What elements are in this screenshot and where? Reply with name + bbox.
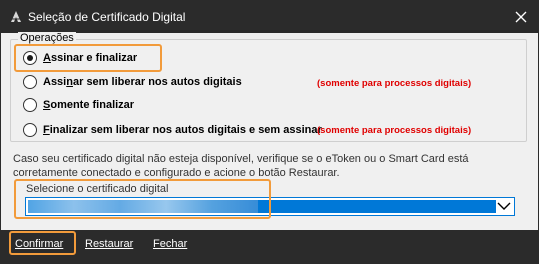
radio-label: Somente finalizar — [43, 99, 135, 111]
chevron-down-icon — [497, 202, 511, 210]
radio-button[interactable] — [23, 51, 37, 65]
radio-label: Assinar sem liberar nos autos digitais — [43, 76, 242, 88]
certificate-dialog: Seleção de Certificado Digital Operações… — [0, 0, 539, 264]
info-text: Caso seu certificado digital não esteja … — [13, 153, 469, 179]
footer-bar: Confirmar Restaurar Fechar — [1, 230, 538, 263]
operations-legend: Operações — [18, 32, 76, 44]
radio-assinar-sem-liberar[interactable]: Assinar sem liberar nos autos digitais — [23, 73, 242, 91]
restore-button[interactable]: Restaurar — [85, 238, 133, 250]
confirm-button[interactable]: Confirmar — [15, 238, 63, 250]
radio-label: Assinar e finalizar — [43, 52, 138, 64]
note-digital-only: (somente para processos digitais) — [317, 125, 472, 136]
certificate-select[interactable] — [25, 197, 515, 216]
certificate-legend: Selecione o certificado digital — [26, 183, 169, 195]
radio-finalizar-sem-liberar[interactable]: Finalizar sem liberar nos autos digitais… — [23, 121, 322, 139]
feather-pen-icon — [11, 11, 21, 22]
close-footer-button[interactable]: Fechar — [153, 238, 187, 250]
window-title: Seleção de Certificado Digital — [28, 10, 186, 24]
redacted-certificate-name — [28, 200, 258, 213]
close-icon — [515, 11, 527, 23]
radio-button[interactable] — [23, 98, 37, 112]
close-button[interactable] — [504, 1, 538, 33]
title-bar: Seleção de Certificado Digital — [1, 1, 538, 33]
dropdown-button[interactable] — [496, 199, 512, 214]
radio-button[interactable] — [23, 75, 37, 89]
radio-somente-finalizar[interactable]: Somente finalizar — [23, 96, 134, 114]
radio-assinar-finalizar[interactable]: Assinar e finalizar — [23, 49, 137, 67]
radio-button[interactable] — [23, 123, 37, 137]
radio-label: Finalizar sem liberar nos autos digitais… — [43, 124, 322, 136]
note-digital-only: (somente para processos digitais) — [317, 78, 472, 89]
